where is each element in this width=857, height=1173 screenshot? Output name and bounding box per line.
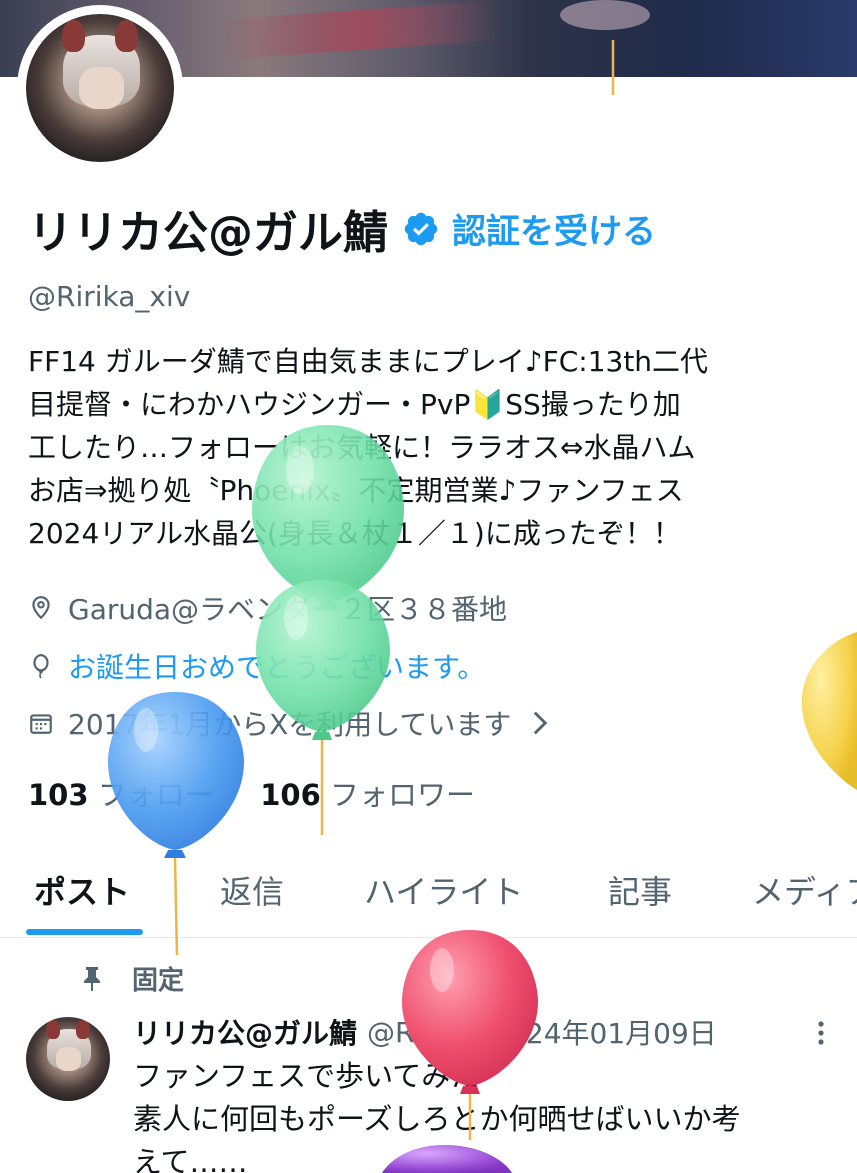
display-name-row: リリカ公@ガル鯖 認証を受ける bbox=[28, 196, 656, 261]
calendar-icon bbox=[30, 714, 52, 734]
bio-line: 2024リアル水晶公(身長＆杖１／１)に成ったぞ！！ bbox=[28, 517, 681, 550]
following-count: 103 bbox=[28, 778, 89, 812]
display-name: リリカ公@ガル鯖 bbox=[28, 206, 389, 259]
post-header: リリカ公@ガル鯖 @Ri… ・ 2024年01月09日 bbox=[133, 1012, 833, 1052]
tab-articles[interactable]: 記事 bbox=[608, 867, 672, 913]
join-date-text: 2017年1月からXを利用しています bbox=[68, 708, 512, 741]
balloon-icon bbox=[33, 654, 49, 679]
more-vertical-icon[interactable] bbox=[808, 1018, 834, 1048]
profile-tabs: ポスト 返信 ハイライト 記事 メディア bbox=[0, 845, 857, 938]
followers-label: フォロワー bbox=[329, 778, 475, 812]
post-author-handle[interactable]: @Ri… bbox=[367, 1016, 450, 1049]
following-link[interactable]: 103 フォロー bbox=[28, 778, 223, 812]
birthday-balloons-overlay bbox=[108, 40, 857, 1173]
post-text[interactable]: ファンフェスで歩いてみた 素人に何回もポーズしろとか何晒せばいいか考 えて…… bbox=[133, 1055, 843, 1173]
profile-join-date[interactable]: 2017年1月からXを利用しています bbox=[28, 703, 549, 743]
post-date[interactable]: 2024年01月09日 bbox=[490, 1012, 717, 1052]
profile-bio: FF14 ガルーダ鯖で自由気ままにプレイ♪FC:13th二代 目提督・にわかハウ… bbox=[28, 340, 838, 555]
post-author-name[interactable]: リリカ公@ガル鯖 bbox=[133, 1012, 357, 1052]
post-text-line: 素人に何回もポーズしろとか何晒せばいいか考 bbox=[133, 1102, 741, 1136]
post-text-line: ファンフェスで歩いてみた bbox=[133, 1059, 480, 1093]
birthday-text[interactable]: お誕生日おめでとうございます。 bbox=[68, 646, 485, 686]
yellow-balloon bbox=[801, 632, 857, 790]
post-text-line: えて…… bbox=[133, 1145, 248, 1173]
bio-line: 工したり…フォローはお気軽に！ララオス⇔水晶ハム bbox=[28, 431, 696, 464]
tab-highlights[interactable]: ハイライト bbox=[364, 867, 523, 913]
followers-link[interactable]: 106 フォロワー bbox=[260, 778, 475, 812]
bio-line: お店⇒拠り処〝Phoenix〟不定期営業♪ファンフェス bbox=[28, 474, 684, 507]
profile-avatar[interactable] bbox=[17, 5, 183, 171]
bio-line: FF14 ガルーダ鯖で自由気ままにプレイ♪FC:13th二代 bbox=[28, 345, 709, 378]
post-separator: ・ bbox=[456, 1017, 485, 1050]
followers-count: 106 bbox=[260, 778, 321, 812]
chevron-right-icon[interactable] bbox=[531, 710, 549, 736]
get-verified-link[interactable]: 認証を受ける bbox=[452, 204, 656, 253]
pinned-indicator: 固定 bbox=[80, 960, 184, 997]
tab-replies[interactable]: 返信 bbox=[220, 867, 284, 913]
following-label: フォロー bbox=[97, 778, 214, 812]
tab-posts[interactable]: ポスト bbox=[34, 867, 130, 913]
location-pin-icon bbox=[32, 596, 50, 620]
pushpin-icon bbox=[84, 966, 100, 991]
user-handle: @Ririka_xiv bbox=[28, 280, 191, 313]
bio-line: 目提督・にわかハウジンガー・PvP🔰SS撮ったり加 bbox=[28, 388, 681, 421]
follow-stats: 103 フォロー 106 フォロワー bbox=[28, 772, 475, 814]
profile-location: Garuda@ラベンダー２区３８番地 bbox=[28, 588, 507, 628]
tab-media[interactable]: メディア bbox=[752, 867, 857, 913]
avatar-image bbox=[26, 14, 174, 162]
post-author-avatar[interactable] bbox=[26, 1017, 110, 1101]
pinned-label: 固定 bbox=[132, 966, 185, 996]
verified-badge-icon[interactable] bbox=[402, 210, 440, 248]
active-tab-indicator bbox=[26, 929, 143, 935]
profile-birthday[interactable]: お誕生日おめでとうございます。 bbox=[28, 646, 485, 686]
location-text: Garuda@ラベンダー２区３８番地 bbox=[68, 593, 508, 626]
